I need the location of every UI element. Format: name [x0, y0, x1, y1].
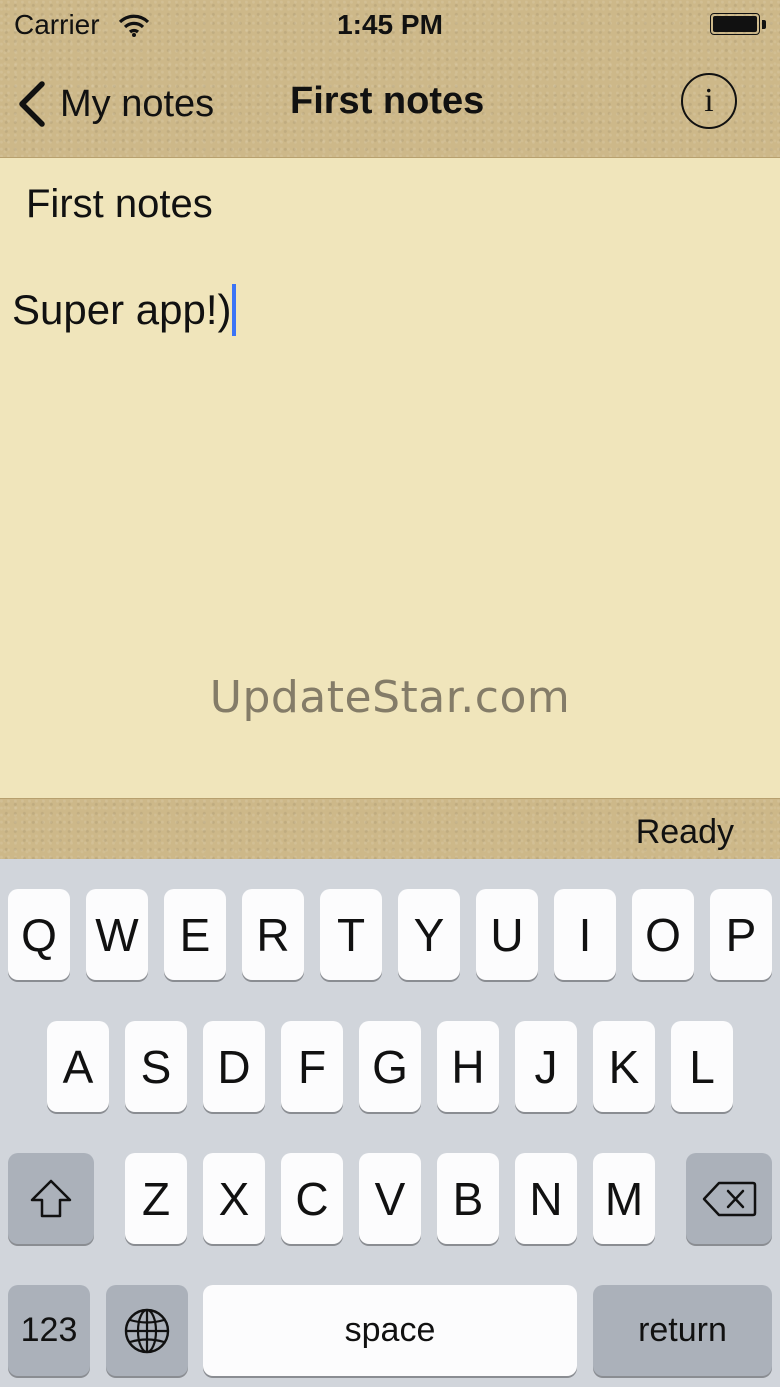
delete-key[interactable] — [686, 1153, 772, 1244]
return-key[interactable]: return — [593, 1285, 772, 1376]
key-h[interactable]: H — [437, 1021, 499, 1112]
status-bar: Carrier 1:45 PM — [0, 0, 780, 50]
clock: 1:45 PM — [337, 9, 443, 40]
key-o[interactable]: O — [632, 889, 694, 980]
back-button[interactable]: My notes — [16, 76, 214, 132]
chevron-left-icon — [19, 81, 45, 127]
key-m[interactable]: M — [593, 1153, 655, 1244]
info-button[interactable]: i — [681, 73, 737, 129]
key-u[interactable]: U — [476, 889, 538, 980]
shift-key[interactable] — [8, 1153, 94, 1244]
note-body[interactable]: Super app!) — [12, 284, 237, 336]
key-z[interactable]: Z — [125, 1153, 187, 1244]
navigation-header: Carrier 1:45 PM My notes First notes i — [0, 0, 780, 158]
text-caret — [232, 284, 237, 336]
key-c[interactable]: C — [281, 1153, 343, 1244]
numbers-key[interactable]: 123 — [8, 1285, 90, 1376]
save-status-bar: Ready — [0, 798, 780, 860]
key-p[interactable]: P — [710, 889, 772, 980]
key-b[interactable]: B — [437, 1153, 499, 1244]
space-key[interactable]: space — [203, 1285, 577, 1376]
page-title: First notes — [290, 80, 485, 122]
info-icon: i — [704, 82, 714, 119]
save-status-label: Ready — [635, 813, 734, 851]
key-i[interactable]: I — [554, 889, 616, 980]
shift-icon — [30, 1179, 72, 1217]
key-t[interactable]: T — [320, 889, 382, 980]
key-l[interactable]: L — [671, 1021, 733, 1112]
key-d[interactable]: D — [203, 1021, 265, 1112]
key-n[interactable]: N — [515, 1153, 577, 1244]
key-x[interactable]: X — [203, 1153, 265, 1244]
key-w[interactable]: W — [86, 889, 148, 980]
key-g[interactable]: G — [359, 1021, 421, 1112]
globe-icon — [124, 1308, 170, 1353]
back-button-label: My notes — [60, 82, 215, 125]
note-title[interactable]: First notes — [26, 182, 213, 227]
battery-icon — [710, 13, 766, 37]
watermark: UpdateStar.com — [209, 672, 571, 723]
keyboard: Q W E R T Y U I O P A S D F G H J K L Z … — [0, 859, 780, 1387]
key-a[interactable]: A — [47, 1021, 109, 1112]
key-k[interactable]: K — [593, 1021, 655, 1112]
key-q[interactable]: Q — [8, 889, 70, 980]
note-body-text: Super app!) — [12, 286, 232, 333]
note-editor[interactable]: First notes Super app!) UpdateStar.com — [0, 158, 780, 798]
globe-key[interactable] — [106, 1285, 188, 1376]
backspace-icon — [702, 1181, 757, 1216]
key-v[interactable]: V — [359, 1153, 421, 1244]
key-j[interactable]: J — [515, 1021, 577, 1112]
key-y[interactable]: Y — [398, 889, 460, 980]
key-r[interactable]: R — [242, 889, 304, 980]
key-e[interactable]: E — [164, 889, 226, 980]
key-f[interactable]: F — [281, 1021, 343, 1112]
key-s[interactable]: S — [125, 1021, 187, 1112]
